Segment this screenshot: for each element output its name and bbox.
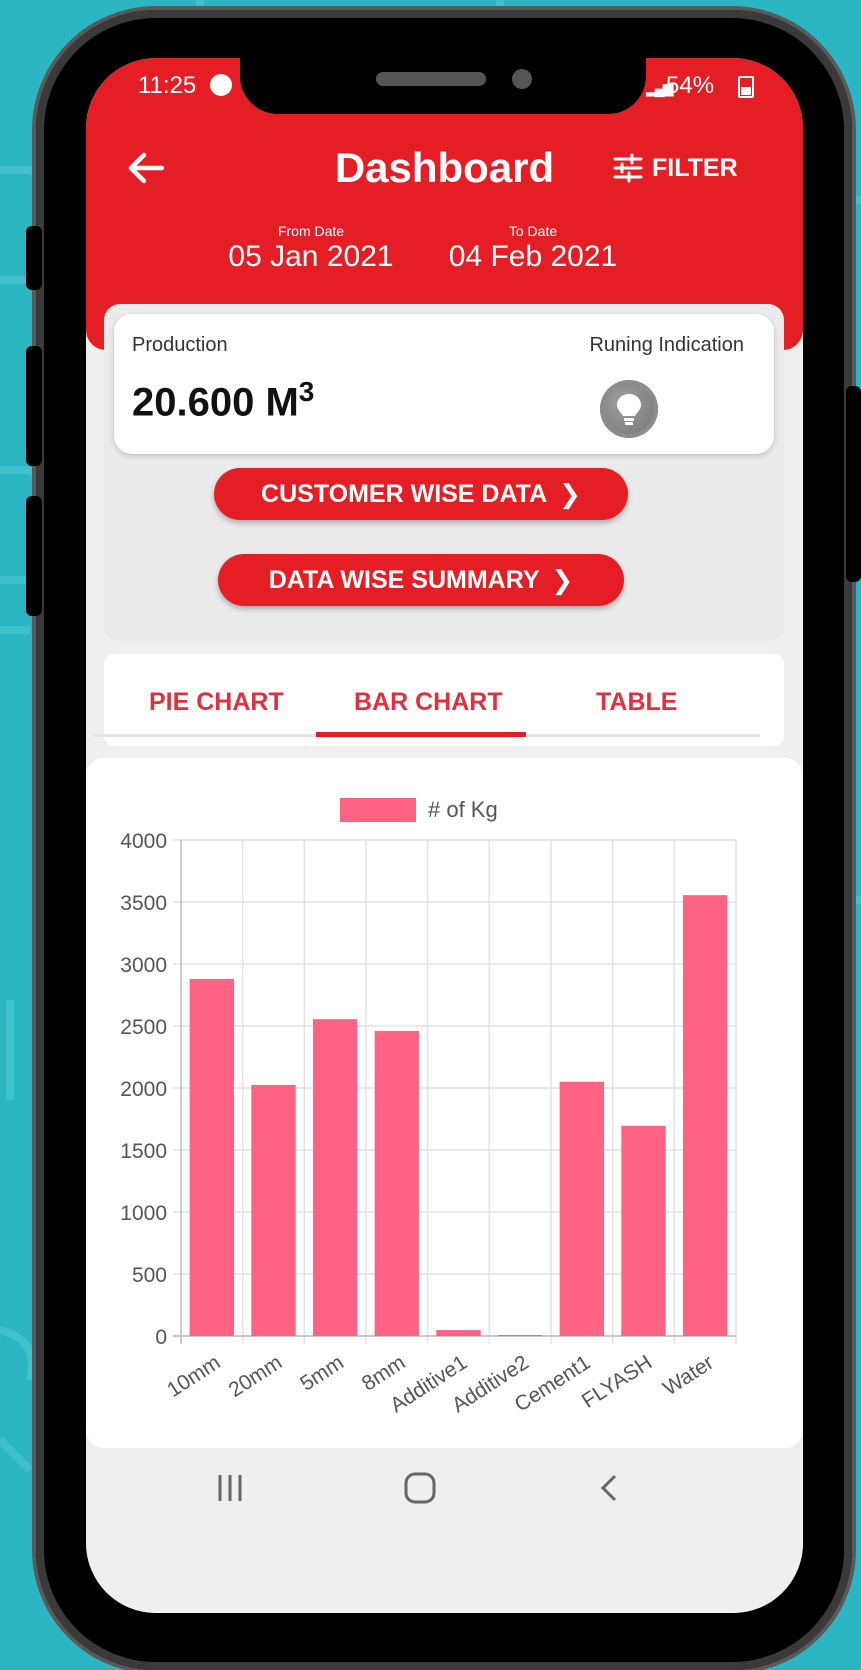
x-tick-label: Water — [659, 1351, 718, 1400]
y-tick-label: 500 — [132, 1264, 167, 1287]
to-date-value: 04 Feb 2021 — [448, 240, 618, 273]
filter-label: FILTER — [652, 153, 738, 182]
recent-apps-button[interactable] — [200, 1468, 260, 1508]
y-tick-label: 4000 — [120, 830, 167, 853]
running-indication-label: Runing Indication — [589, 334, 744, 356]
to-date[interactable]: To Date 04 Feb 2021 — [448, 224, 618, 274]
lightbulb-icon — [600, 380, 658, 438]
x-tick-label: 10mm — [163, 1351, 224, 1402]
production-unit-exponent: 3 — [298, 376, 315, 407]
chevron-right-icon: ❯ — [559, 478, 581, 509]
bar — [436, 1330, 481, 1336]
phone-volume-up-button — [26, 346, 42, 466]
production-value: 20.600 M3 — [132, 376, 314, 425]
production-value-text: 20.600 M — [132, 380, 299, 425]
phone-power-button — [846, 386, 861, 582]
message-notification-icon — [210, 74, 232, 96]
bar-chart: # of Kg 0 500 1000 1500 2000 2500 3000 3500 4000 1… — [120, 797, 737, 1417]
x-tick-label: 20mm — [225, 1351, 286, 1402]
bar — [251, 1084, 296, 1336]
phone-volume-down-button — [26, 496, 42, 616]
tab-bar-chart[interactable]: BAR CHART — [354, 688, 503, 717]
legend-swatch — [340, 798, 416, 822]
active-tab-indicator — [316, 732, 526, 737]
x-tick-label: FLYASH — [578, 1351, 656, 1413]
x-tick-label: 5mm — [296, 1351, 348, 1396]
y-tick-label: 3000 — [120, 954, 167, 977]
front-camera — [512, 69, 532, 89]
y-tick-label: 1500 — [120, 1140, 167, 1163]
y-tick-label: 3500 — [120, 892, 167, 915]
data-wise-summary-label: DATA WISE SUMMARY — [268, 565, 540, 594]
bar — [497, 1335, 543, 1336]
bar — [559, 1081, 605, 1336]
bar — [621, 1125, 666, 1336]
production-card: Production Runing Indication 20.600 M3 — [114, 314, 774, 454]
y-tick-label: 2000 — [120, 1078, 167, 1101]
from-date[interactable]: From Date 05 Jan 2021 — [226, 224, 396, 274]
app-screen: 11:25 ▂▄▆ 54% Dashboard FILTER From Date… — [86, 58, 803, 1613]
battery-percent: 54% — [666, 72, 715, 99]
phone-side-button — [26, 226, 42, 290]
data-wise-summary-button[interactable]: DATA WISE SUMMARY ❯ — [218, 554, 624, 606]
back-nav-button[interactable] — [580, 1468, 640, 1508]
bar — [189, 978, 235, 1336]
production-label: Production — [132, 334, 228, 356]
to-date-label: To Date — [508, 223, 558, 239]
sliders-icon — [613, 153, 643, 183]
home-icon — [404, 1472, 436, 1504]
chart-card: # of Kg 0 500 1000 1500 2000 2500 3000 3500 4000 1… — [86, 758, 803, 1448]
bar — [682, 895, 728, 1336]
y-tick-label: 1000 — [120, 1202, 167, 1225]
tab-pie-chart[interactable]: PIE CHART — [149, 688, 284, 717]
legend-label: # of Kg — [428, 797, 498, 822]
speaker-grille — [376, 72, 486, 86]
y-tick-label: 2500 — [120, 1016, 167, 1039]
y-tick-label: 0 — [155, 1326, 167, 1349]
back-nav-icon — [600, 1474, 617, 1502]
filter-button[interactable]: FILTER — [612, 152, 738, 184]
chevron-right-icon: ❯ — [551, 564, 574, 595]
home-button[interactable] — [390, 1468, 450, 1508]
bar — [374, 1030, 420, 1336]
bar — [312, 1019, 358, 1336]
tab-table[interactable]: TABLE — [596, 688, 677, 717]
from-date-label: From Date — [277, 223, 345, 239]
status-time: 11:25 — [138, 72, 197, 99]
battery-icon — [738, 76, 754, 98]
camera-notch — [240, 58, 646, 114]
customer-wise-data-button[interactable]: CUSTOMER WISE DATA ❯ — [214, 468, 628, 520]
customer-wise-data-label: CUSTOMER WISE DATA — [261, 479, 548, 508]
recent-apps-icon — [218, 1475, 242, 1501]
from-date-value: 05 Jan 2021 — [228, 240, 394, 273]
